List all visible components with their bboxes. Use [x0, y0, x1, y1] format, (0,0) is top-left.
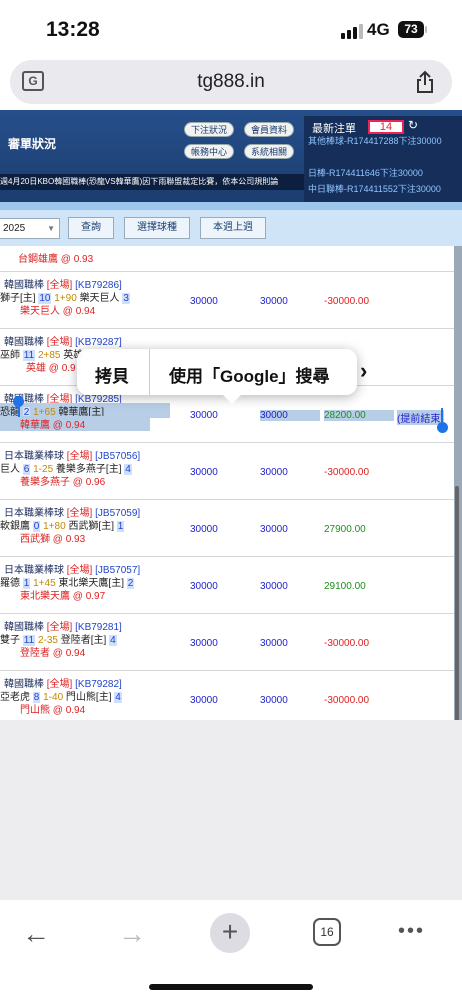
selection-start-line: [18, 404, 20, 417]
table-row: 日本職業棒球 [全場] [JB57056] 巨人 6 1-25 養樂多燕子[主] …: [0, 443, 462, 500]
bet-amount: 30000: [190, 524, 218, 535]
valid-amount: 30000: [260, 296, 288, 307]
tab-count-button[interactable]: 16: [313, 918, 341, 946]
query-button[interactable]: 查詢: [68, 217, 114, 239]
status-bar: 13:28 4G 73: [0, 0, 462, 60]
row-pick: 門山熊 @ 0.94: [20, 705, 86, 716]
scrollbar[interactable]: [455, 486, 459, 720]
latest-bets-count: 14: [368, 120, 404, 134]
context-menu: 拷貝 使用「Google」搜尋 ›: [77, 349, 367, 395]
valid-amount: 30000: [260, 638, 288, 649]
bet-amount: 30000: [190, 296, 218, 307]
site-header: 審單狀況 下注狀況 會員資料 帳務中心 系統相關 最新注單 14 ↻ 其他棒球-…: [0, 110, 462, 202]
system-button[interactable]: 系統相關: [244, 144, 295, 159]
valid-amount: 30000: [260, 410, 320, 421]
web-page: 審單狀況 下注狀況 會員資料 帳務中心 系統相關 最新注單 14 ↻ 其他棒球-…: [0, 110, 462, 720]
context-menu-pointer: [222, 394, 242, 404]
battery-icon: 73: [398, 21, 424, 38]
row-pick: 東北樂天鷹 @ 0.97: [20, 591, 106, 602]
bet-status-button[interactable]: 下注狀況: [184, 122, 235, 137]
valid-amount: 30000: [260, 695, 288, 706]
win-loss: 29100.00: [324, 581, 366, 592]
refresh-icon[interactable]: ↻: [408, 118, 418, 132]
win-loss: 28200.00: [324, 410, 394, 421]
row-pick: 登陸者 @ 0.94: [20, 648, 86, 659]
valid-amount: 30000: [260, 524, 288, 535]
date-value: 2025: [3, 223, 26, 234]
row-pick: 韓華鷹 @ 0.94: [0, 416, 150, 431]
row-pick: 養樂多燕子 @ 0.96: [20, 477, 106, 488]
account-center-button[interactable]: 帳務中心: [184, 144, 235, 159]
valid-amount: 30000: [260, 467, 288, 478]
latest-bets-title: 最新注單: [312, 123, 356, 135]
this-week-button[interactable]: 本週上週: [200, 217, 266, 239]
bet-amount: 30000: [190, 467, 218, 478]
google-search-menu-item[interactable]: 使用「Google」搜尋: [169, 362, 330, 387]
notice-ticker: 週4月20日KBO韓國職棒(恐龍VS韓華鷹)因下雨聯盟裁定比賽，依本公司規則論: [0, 174, 304, 190]
win-loss: -30000.00: [324, 296, 370, 307]
win-loss: -30000.00: [324, 695, 370, 706]
win-loss: -30000.00: [324, 467, 370, 478]
selection-end-handle[interactable]: [437, 422, 448, 433]
table-row: 韓國職棒 [全場] [KB79281] 雙子 11 2-35 登陸者[主] 4 登陸…: [0, 614, 462, 671]
table-row: 日本職業棒球 [全場] [JB57057] 羅德 1 1+45 東北樂天鷹[主] …: [0, 557, 462, 614]
chevron-down-icon: ▼: [47, 224, 55, 233]
member-info-button[interactable]: 會員資料: [244, 122, 295, 137]
filter-toolbar: 2025 ▼ 查詢 選擇球種 本週上週: [0, 210, 462, 246]
date-select[interactable]: 2025 ▼: [0, 218, 60, 239]
table-row: 台鋼雄鷹 @ 0.93: [0, 246, 462, 272]
row-pick: 樂天巨人 @ 0.94: [20, 306, 96, 317]
latest-bet-line: 中日聯棒-R174411552下注30000: [308, 184, 441, 194]
bet-amount: 30000: [190, 695, 218, 706]
bet-amount: 30000: [190, 638, 218, 649]
address-bar[interactable]: G tg888.in: [10, 60, 452, 104]
choose-sport-button[interactable]: 選擇球種: [124, 217, 190, 239]
forward-icon[interactable]: →: [118, 918, 146, 950]
page-title: 審單狀況: [8, 137, 57, 151]
more-menu-icon[interactable]: ›: [360, 358, 367, 384]
screen: 13:28 4G 73 G tg888.in 審單狀況 下注狀況 會員資料 帳務…: [0, 0, 462, 1000]
header-band: [0, 202, 462, 210]
bet-amount: 30000: [190, 410, 218, 421]
share-icon[interactable]: [415, 70, 435, 94]
copy-menu-item[interactable]: 拷貝: [95, 362, 129, 387]
valid-amount: 30000: [260, 581, 288, 592]
row-note: (提前結束): [397, 410, 444, 425]
page-overscroll: [0, 720, 462, 900]
new-tab-button[interactable]: +: [210, 913, 250, 953]
bet-amount: 30000: [190, 581, 218, 592]
table-row: 韓國職棒 [全場] [KB79286] 獅子[主] 10 1+90 樂天巨人 3樂…: [0, 272, 462, 329]
more-icon[interactable]: •••: [398, 920, 425, 943]
back-icon[interactable]: ←: [22, 918, 50, 950]
url-text[interactable]: tg888.in: [10, 71, 452, 93]
win-loss: -30000.00: [324, 638, 370, 649]
battery-nub: [425, 26, 427, 33]
bet-list: 台鋼雄鷹 @ 0.93 韓國職棒 [全場] [KB79286] 獅子[主] 10 …: [0, 246, 462, 720]
table-row: 韓國職棒 [全場] [KB79282] 亞老虎 8 1-40 門山熊[主] 4 門山…: [0, 671, 462, 720]
latest-bet-line: 日棒-R174411646下注30000: [308, 168, 423, 178]
latest-bet-line: 其他棒球-R174417288下注30000: [308, 136, 442, 146]
latest-bets-panel: 最新注單 14 ↻ 其他棒球-R174417288下注30000 日棒-R174…: [304, 116, 462, 202]
network-type: 4G: [367, 20, 390, 39]
signal-icon: [341, 24, 363, 39]
row-pick: 西武獅 @ 0.93: [20, 534, 86, 545]
home-indicator: [149, 984, 313, 990]
status-time: 13:28: [46, 18, 100, 41]
menu-divider: [149, 349, 150, 395]
win-loss: 27900.00: [324, 524, 366, 535]
row-pick: 英雄 @ 0.9: [26, 363, 76, 374]
selection-end-line: [441, 408, 443, 423]
row-pick: 台鋼雄鷹 @ 0.93: [18, 254, 94, 265]
table-row: 日本職業棒球 [全場] [JB57059] 軟銀鷹 0 1+80 西武獅[主] 1…: [0, 500, 462, 557]
